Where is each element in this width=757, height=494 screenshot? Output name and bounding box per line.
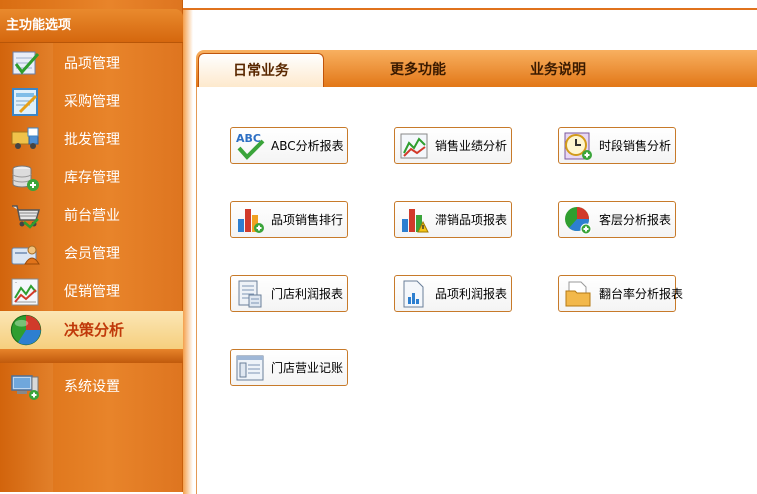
document-list-icon — [238, 280, 262, 308]
sales-trend-icon — [400, 133, 428, 159]
sidebar: 主功能选项 品项管理 采购管理 批发管理 库存管理 前台营业 会员管理 促销管理… — [0, 0, 183, 492]
sidebar-item-product-management[interactable]: 品项管理 — [0, 45, 183, 83]
abc-analysis-report-button[interactable]: ABC ABC分析报表 — [230, 127, 348, 164]
database-add-icon — [12, 165, 39, 191]
function-label: 滞销品项报表 — [435, 213, 508, 227]
clock-report-icon — [564, 132, 592, 160]
wholesale-truck-icon — [11, 127, 39, 149]
bar-chart-warning-icon — [402, 209, 429, 233]
abc-check-icon: ABC — [236, 132, 265, 160]
sidebar-header: 主功能选项 — [0, 9, 183, 43]
purchase-form-icon — [12, 88, 38, 116]
sales-performance-analysis-button[interactable]: 销售业绩分析 — [394, 127, 512, 164]
tab-more-functions[interactable]: 更多功能 — [356, 50, 480, 87]
svg-text:ABC: ABC — [236, 132, 261, 145]
sidebar-item-label: 库存管理 — [64, 170, 120, 186]
tab-daily-business[interactable]: 日常业务 — [198, 53, 324, 90]
store-business-ledger-button[interactable]: 门店营业记账 — [230, 349, 348, 386]
computer-settings-icon — [11, 375, 39, 400]
sidebar-item-label: 采购管理 — [64, 94, 120, 110]
pie-chart-add-icon — [565, 207, 592, 235]
line-chart-icon — [11, 278, 39, 306]
sidebar-item-decision-analysis[interactable]: 决策分析 — [0, 311, 183, 349]
sidebar-item-label: 会员管理 — [64, 246, 120, 262]
customer-segment-report-button[interactable]: 客层分析报表 — [558, 201, 676, 238]
bar-chart-add-icon — [238, 209, 264, 233]
sidebar-item-member-management[interactable]: 会员管理 — [0, 235, 183, 273]
function-label: 销售业绩分析 — [435, 139, 508, 153]
table-turnover-report-button[interactable]: 翻台率分析报表 — [558, 275, 683, 312]
time-period-sales-analysis-button[interactable]: 时段销售分析 — [558, 127, 676, 164]
function-label: 品项利润报表 — [435, 287, 508, 301]
tab-business-description[interactable]: 业务说明 — [496, 50, 620, 87]
sidebar-item-purchase-management[interactable]: 采购管理 — [0, 83, 183, 121]
sidebar-item-label: 决策分析 — [64, 321, 125, 339]
main-panel: 日常业务 更多功能 业务说明 ABC ABC分析报表 销售业绩分析 时段销售分析… — [183, 8, 757, 494]
tab-label: 更多功能 — [390, 62, 446, 78]
function-label: 时段销售分析 — [599, 139, 672, 153]
sidebar-item-system-settings[interactable]: 系统设置 — [0, 368, 183, 406]
shopping-cart-icon — [12, 205, 41, 229]
sidebar-item-label: 系统设置 — [64, 379, 120, 395]
sidebar-item-inventory-management[interactable]: 库存管理 — [0, 159, 183, 197]
pie-chart-icon — [10, 314, 42, 346]
sidebar-item-label: 批发管理 — [64, 132, 120, 148]
checklist-icon — [12, 51, 40, 75]
function-label: 翻台率分析报表 — [599, 287, 684, 301]
tab-bar: 日常业务 更多功能 业务说明 — [196, 50, 757, 90]
tab-label: 业务说明 — [530, 62, 586, 78]
slow-moving-items-report-button[interactable]: 滞销品项报表 — [394, 201, 512, 238]
sidebar-item-wholesale-management[interactable]: 批发管理 — [0, 121, 183, 159]
member-card-icon — [11, 245, 40, 265]
document-chart-icon — [403, 280, 424, 308]
sidebar-item-label: 促销管理 — [64, 284, 120, 300]
function-label: 客层分析报表 — [599, 213, 672, 227]
panel-edge — [183, 10, 193, 494]
function-label: 门店利润报表 — [271, 287, 344, 301]
tab-label: 日常业务 — [233, 63, 289, 79]
product-sales-ranking-button[interactable]: 品项销售排行 — [230, 201, 348, 238]
ledger-window-icon — [236, 355, 264, 381]
sidebar-item-promotion-management[interactable]: 促销管理 — [0, 273, 183, 311]
folder-icon — [565, 281, 591, 307]
store-profit-report-button[interactable]: 门店利润报表 — [230, 275, 348, 312]
function-label: 品项销售排行 — [271, 213, 344, 227]
function-label: 门店营业记账 — [271, 361, 344, 375]
function-label: ABC分析报表 — [271, 139, 344, 153]
sidebar-item-label: 前台营业 — [64, 208, 120, 224]
function-grid: ABC ABC分析报表 销售业绩分析 时段销售分析 品项销售排行 滞销品项报表 … — [196, 87, 757, 494]
sidebar-item-front-desk[interactable]: 前台营业 — [0, 197, 183, 235]
product-profit-report-button[interactable]: 品项利润报表 — [394, 275, 512, 312]
sidebar-item-label: 品项管理 — [64, 56, 120, 72]
sidebar-separator — [0, 349, 183, 363]
